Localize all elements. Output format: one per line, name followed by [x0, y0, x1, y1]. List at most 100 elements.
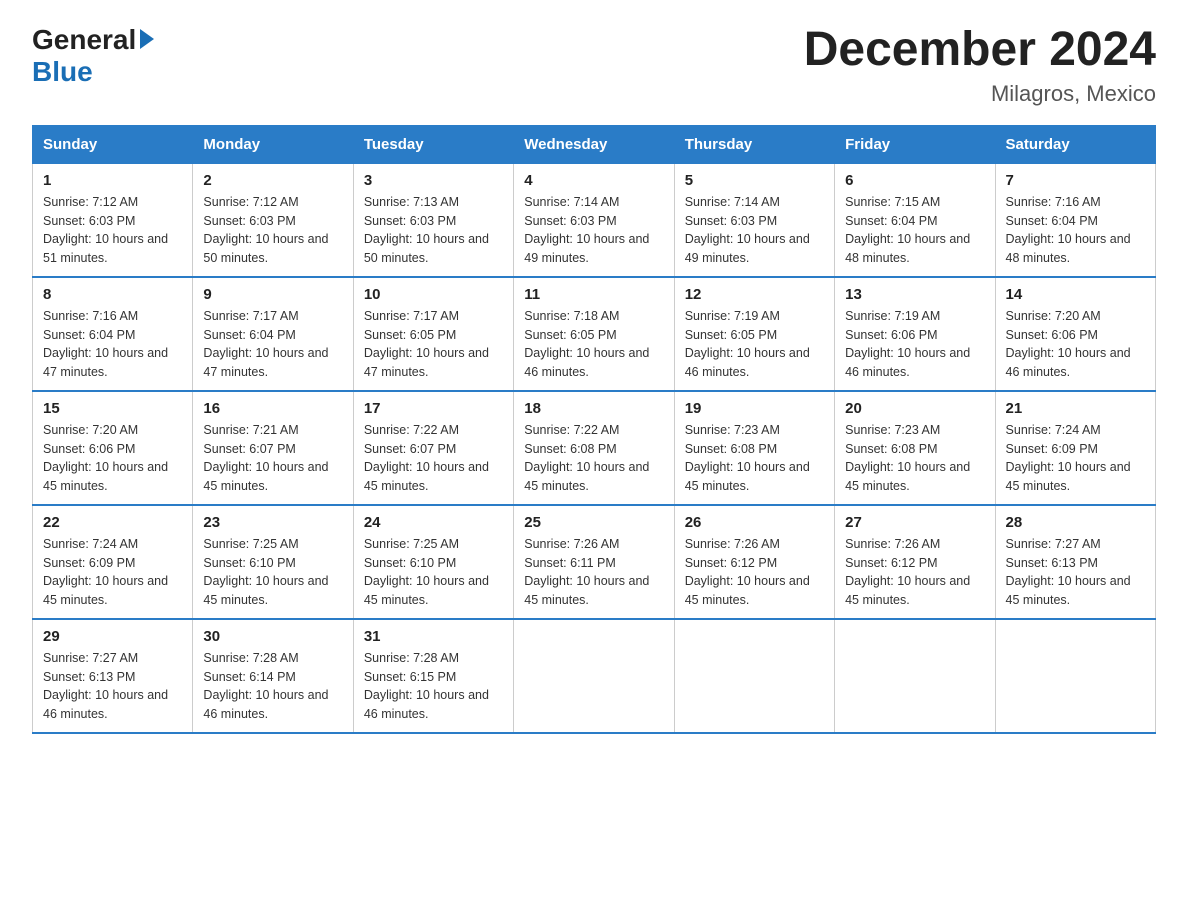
day-info: Sunrise: 7:13 AM Sunset: 6:03 PM Dayligh…: [364, 193, 503, 268]
calendar-cell: 15 Sunrise: 7:20 AM Sunset: 6:06 PM Dayl…: [33, 391, 193, 505]
day-number: 6: [845, 172, 984, 189]
day-info: Sunrise: 7:27 AM Sunset: 6:13 PM Dayligh…: [1006, 535, 1145, 610]
day-number: 16: [203, 400, 342, 417]
day-info: Sunrise: 7:22 AM Sunset: 6:07 PM Dayligh…: [364, 421, 503, 496]
calendar-cell: 30 Sunrise: 7:28 AM Sunset: 6:14 PM Dayl…: [193, 619, 353, 733]
calendar-cell: 5 Sunrise: 7:14 AM Sunset: 6:03 PM Dayli…: [674, 163, 834, 277]
col-sunday: Sunday: [33, 125, 193, 163]
calendar-cell: [835, 619, 995, 733]
calendar-cell: 27 Sunrise: 7:26 AM Sunset: 6:12 PM Dayl…: [835, 505, 995, 619]
calendar-cell: 7 Sunrise: 7:16 AM Sunset: 6:04 PM Dayli…: [995, 163, 1155, 277]
calendar-cell: 25 Sunrise: 7:26 AM Sunset: 6:11 PM Dayl…: [514, 505, 674, 619]
calendar-week-3: 15 Sunrise: 7:20 AM Sunset: 6:06 PM Dayl…: [33, 391, 1156, 505]
col-monday: Monday: [193, 125, 353, 163]
logo-general: General: [32, 24, 136, 56]
title-section: December 2024 Milagros, Mexico: [804, 24, 1156, 107]
page-header: General Blue December 2024 Milagros, Mex…: [32, 24, 1156, 107]
logo-blue: Blue: [32, 56, 93, 88]
day-number: 3: [364, 172, 503, 189]
day-info: Sunrise: 7:23 AM Sunset: 6:08 PM Dayligh…: [845, 421, 984, 496]
day-info: Sunrise: 7:18 AM Sunset: 6:05 PM Dayligh…: [524, 307, 663, 382]
col-tuesday: Tuesday: [353, 125, 513, 163]
calendar-week-2: 8 Sunrise: 7:16 AM Sunset: 6:04 PM Dayli…: [33, 277, 1156, 391]
calendar-cell: 12 Sunrise: 7:19 AM Sunset: 6:05 PM Dayl…: [674, 277, 834, 391]
day-info: Sunrise: 7:14 AM Sunset: 6:03 PM Dayligh…: [685, 193, 824, 268]
day-info: Sunrise: 7:17 AM Sunset: 6:05 PM Dayligh…: [364, 307, 503, 382]
day-number: 5: [685, 172, 824, 189]
calendar-cell: [674, 619, 834, 733]
col-saturday: Saturday: [995, 125, 1155, 163]
day-number: 7: [1006, 172, 1145, 189]
day-info: Sunrise: 7:26 AM Sunset: 6:12 PM Dayligh…: [685, 535, 824, 610]
calendar-week-5: 29 Sunrise: 7:27 AM Sunset: 6:13 PM Dayl…: [33, 619, 1156, 733]
day-info: Sunrise: 7:22 AM Sunset: 6:08 PM Dayligh…: [524, 421, 663, 496]
day-number: 20: [845, 400, 984, 417]
day-number: 1: [43, 172, 182, 189]
day-info: Sunrise: 7:24 AM Sunset: 6:09 PM Dayligh…: [43, 535, 182, 610]
location-label: Milagros, Mexico: [804, 81, 1156, 107]
calendar-cell: 21 Sunrise: 7:24 AM Sunset: 6:09 PM Dayl…: [995, 391, 1155, 505]
day-number: 11: [524, 286, 663, 303]
day-info: Sunrise: 7:20 AM Sunset: 6:06 PM Dayligh…: [43, 421, 182, 496]
day-info: Sunrise: 7:12 AM Sunset: 6:03 PM Dayligh…: [203, 193, 342, 268]
day-info: Sunrise: 7:25 AM Sunset: 6:10 PM Dayligh…: [364, 535, 503, 610]
logo: General Blue: [32, 24, 154, 88]
calendar-table: Sunday Monday Tuesday Wednesday Thursday…: [32, 125, 1156, 734]
day-info: Sunrise: 7:24 AM Sunset: 6:09 PM Dayligh…: [1006, 421, 1145, 496]
calendar-cell: 22 Sunrise: 7:24 AM Sunset: 6:09 PM Dayl…: [33, 505, 193, 619]
day-info: Sunrise: 7:26 AM Sunset: 6:11 PM Dayligh…: [524, 535, 663, 610]
logo-triangle-icon: [140, 29, 154, 49]
calendar-cell: 24 Sunrise: 7:25 AM Sunset: 6:10 PM Dayl…: [353, 505, 513, 619]
day-number: 23: [203, 514, 342, 531]
calendar-cell: 16 Sunrise: 7:21 AM Sunset: 6:07 PM Dayl…: [193, 391, 353, 505]
day-number: 13: [845, 286, 984, 303]
calendar-week-1: 1 Sunrise: 7:12 AM Sunset: 6:03 PM Dayli…: [33, 163, 1156, 277]
day-info: Sunrise: 7:28 AM Sunset: 6:14 PM Dayligh…: [203, 649, 342, 724]
day-number: 31: [364, 628, 503, 645]
day-number: 25: [524, 514, 663, 531]
day-number: 4: [524, 172, 663, 189]
col-thursday: Thursday: [674, 125, 834, 163]
calendar-cell: 8 Sunrise: 7:16 AM Sunset: 6:04 PM Dayli…: [33, 277, 193, 391]
day-info: Sunrise: 7:20 AM Sunset: 6:06 PM Dayligh…: [1006, 307, 1145, 382]
calendar-cell: 26 Sunrise: 7:26 AM Sunset: 6:12 PM Dayl…: [674, 505, 834, 619]
day-number: 27: [845, 514, 984, 531]
calendar-cell: 18 Sunrise: 7:22 AM Sunset: 6:08 PM Dayl…: [514, 391, 674, 505]
calendar-cell: 14 Sunrise: 7:20 AM Sunset: 6:06 PM Dayl…: [995, 277, 1155, 391]
day-number: 17: [364, 400, 503, 417]
calendar-week-4: 22 Sunrise: 7:24 AM Sunset: 6:09 PM Dayl…: [33, 505, 1156, 619]
calendar-cell: 13 Sunrise: 7:19 AM Sunset: 6:06 PM Dayl…: [835, 277, 995, 391]
calendar-cell: 10 Sunrise: 7:17 AM Sunset: 6:05 PM Dayl…: [353, 277, 513, 391]
calendar-cell: [995, 619, 1155, 733]
day-number: 22: [43, 514, 182, 531]
day-info: Sunrise: 7:26 AM Sunset: 6:12 PM Dayligh…: [845, 535, 984, 610]
calendar-cell: 29 Sunrise: 7:27 AM Sunset: 6:13 PM Dayl…: [33, 619, 193, 733]
calendar-cell: 17 Sunrise: 7:22 AM Sunset: 6:07 PM Dayl…: [353, 391, 513, 505]
calendar-cell: 20 Sunrise: 7:23 AM Sunset: 6:08 PM Dayl…: [835, 391, 995, 505]
day-number: 21: [1006, 400, 1145, 417]
calendar-cell: 2 Sunrise: 7:12 AM Sunset: 6:03 PM Dayli…: [193, 163, 353, 277]
header-row: Sunday Monday Tuesday Wednesday Thursday…: [33, 125, 1156, 163]
calendar-cell: [514, 619, 674, 733]
day-info: Sunrise: 7:23 AM Sunset: 6:08 PM Dayligh…: [685, 421, 824, 496]
calendar-cell: 4 Sunrise: 7:14 AM Sunset: 6:03 PM Dayli…: [514, 163, 674, 277]
month-title: December 2024: [804, 24, 1156, 77]
calendar-header: Sunday Monday Tuesday Wednesday Thursday…: [33, 125, 1156, 163]
day-number: 19: [685, 400, 824, 417]
day-info: Sunrise: 7:14 AM Sunset: 6:03 PM Dayligh…: [524, 193, 663, 268]
day-number: 15: [43, 400, 182, 417]
calendar-cell: 6 Sunrise: 7:15 AM Sunset: 6:04 PM Dayli…: [835, 163, 995, 277]
calendar-cell: 23 Sunrise: 7:25 AM Sunset: 6:10 PM Dayl…: [193, 505, 353, 619]
calendar-cell: 28 Sunrise: 7:27 AM Sunset: 6:13 PM Dayl…: [995, 505, 1155, 619]
calendar-cell: 11 Sunrise: 7:18 AM Sunset: 6:05 PM Dayl…: [514, 277, 674, 391]
day-info: Sunrise: 7:19 AM Sunset: 6:06 PM Dayligh…: [845, 307, 984, 382]
day-number: 30: [203, 628, 342, 645]
col-friday: Friday: [835, 125, 995, 163]
day-number: 12: [685, 286, 824, 303]
day-number: 29: [43, 628, 182, 645]
day-info: Sunrise: 7:25 AM Sunset: 6:10 PM Dayligh…: [203, 535, 342, 610]
day-info: Sunrise: 7:16 AM Sunset: 6:04 PM Dayligh…: [43, 307, 182, 382]
day-info: Sunrise: 7:27 AM Sunset: 6:13 PM Dayligh…: [43, 649, 182, 724]
day-info: Sunrise: 7:17 AM Sunset: 6:04 PM Dayligh…: [203, 307, 342, 382]
calendar-cell: 3 Sunrise: 7:13 AM Sunset: 6:03 PM Dayli…: [353, 163, 513, 277]
